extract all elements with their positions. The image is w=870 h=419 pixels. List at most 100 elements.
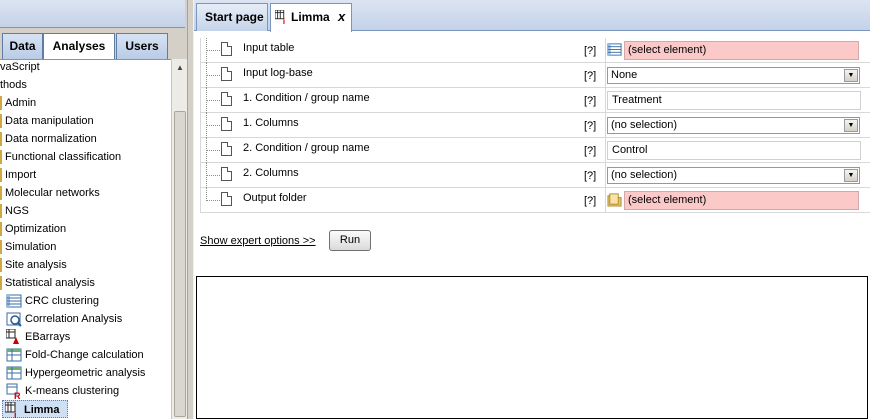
param-row-log-base: Input log-base [?] None ▼ (200, 63, 870, 88)
condition-2-name-field[interactable]: Control (607, 141, 861, 160)
param-value-cell: (select element) (605, 38, 870, 63)
tree-item-crc-clustering[interactable]: CRC clustering (6, 292, 99, 310)
tree-item-site-analysis[interactable]: Site analysis (0, 256, 67, 274)
folder-icon (0, 168, 3, 182)
combo-value: (no selection) (611, 169, 678, 181)
tree-item-label: Data manipulation (5, 115, 94, 127)
show-expert-options-link[interactable]: Show expert options >> (200, 235, 316, 247)
tab-limma[interactable]: i Limma x (270, 3, 352, 32)
help-link[interactable]: [?] (584, 95, 596, 107)
tree-item-ngs[interactable]: NGS (0, 202, 29, 220)
chevron-down-icon[interactable]: ▼ (844, 69, 858, 82)
columns-1-select[interactable]: (no selection) ▼ (607, 117, 860, 134)
tree-item-simulation[interactable]: Simulation (0, 238, 56, 256)
help-link[interactable]: [?] (584, 170, 596, 182)
tab-data[interactable]: Data (2, 33, 43, 59)
help-link[interactable]: [?] (584, 70, 596, 82)
tree-item-admin[interactable]: Admin (0, 94, 36, 112)
scroll-thumb[interactable] (174, 111, 186, 417)
run-button[interactable]: Run (329, 230, 371, 251)
tree-item-methods[interactable]: thods (0, 76, 27, 94)
tree-item-ebarrays[interactable]: EBarrays (6, 328, 70, 346)
log-base-select[interactable]: None ▼ (607, 67, 860, 84)
tree-item-functional-classification[interactable]: Functional classification (0, 148, 121, 166)
help-link[interactable]: [?] (584, 195, 596, 207)
r-icon: R (6, 383, 21, 399)
combo-value: None (611, 69, 638, 81)
param-row-columns-2: 2. Columns [?] (no selection) ▼ (200, 163, 870, 188)
tree-item-optimization[interactable]: Optimization (0, 220, 66, 238)
tree-item-label: EBarrays (25, 331, 71, 343)
tab-start-page[interactable]: Start page (196, 3, 268, 31)
tab-label: Limma (291, 10, 330, 24)
svg-text:R: R (14, 391, 21, 399)
page-icon (221, 117, 232, 131)
chevron-down-icon[interactable]: ▼ (844, 119, 858, 132)
help-link[interactable]: [?] (584, 145, 596, 157)
param-value-cell: Treatment (605, 88, 870, 113)
folder-icon (0, 258, 3, 272)
tree-item-fold-change[interactable]: Fold-Change calculation (6, 346, 144, 364)
tree-item-label: vaScript (0, 61, 40, 73)
folder-icon (0, 276, 3, 290)
folder-icon (0, 150, 3, 164)
limma-icon: i (275, 10, 285, 24)
tree-item-label: Fold-Change calculation (25, 349, 144, 361)
tree-item-label: Optimization (5, 223, 67, 235)
page-icon (221, 67, 232, 81)
chevron-down-icon[interactable]: ▼ (844, 169, 858, 182)
condition-1-name-field[interactable]: Treatment (607, 91, 861, 110)
param-value-cell: Control (605, 138, 870, 163)
help-link[interactable]: [?] (584, 120, 596, 132)
combo-value: (no selection) (611, 119, 678, 131)
tab-analyses[interactable]: Analyses (43, 33, 115, 60)
tree-item-kmeans[interactable]: R K-means clustering (6, 382, 119, 400)
tree-item-hypergeometric[interactable]: Hypergeometric analysis (6, 364, 145, 382)
tree-item-label: Hypergeometric analysis (25, 367, 146, 379)
tree-item-data-manipulation[interactable]: Data manipulation (0, 112, 94, 130)
svg-text:i: i (283, 17, 285, 24)
table-green-icon (6, 348, 22, 362)
tree-item-label: K-means clustering (25, 385, 120, 397)
tree-item-label: Data normalization (5, 133, 97, 145)
folder-icon (0, 114, 3, 128)
page-icon (221, 42, 232, 56)
tree-item-label: Simulation (5, 241, 57, 253)
tree-item-limma[interactable]: i Limma (2, 400, 68, 418)
tree-item-import[interactable]: Import (0, 166, 36, 184)
tree-item-data-normalization[interactable]: Data normalization (0, 130, 97, 148)
tree-scrollbar[interactable]: ▲ (171, 59, 187, 419)
param-row-input-table: Input table [?] (select element) (200, 38, 870, 63)
document-area: Start page i Limma x Input table [?] (se… (194, 0, 870, 419)
table-icon (607, 43, 622, 56)
scroll-up-icon[interactable]: ▲ (173, 61, 187, 75)
page-icon (221, 92, 232, 106)
param-value-cell: None ▼ (605, 63, 870, 88)
help-link[interactable]: [?] (584, 45, 596, 57)
tree-item-molecular-networks[interactable]: Molecular networks (0, 184, 100, 202)
tab-users[interactable]: Users (116, 33, 168, 59)
correlation-icon (6, 312, 22, 327)
output-folder-selector[interactable]: (select element) (624, 191, 859, 210)
param-label: Input log-base (243, 67, 313, 79)
table-green-icon (6, 366, 22, 380)
param-label: Output folder (243, 192, 307, 204)
tree-item-label: NGS (5, 205, 29, 217)
page-icon (221, 167, 232, 181)
param-label: 1. Condition / group name (243, 92, 370, 104)
analyses-tree: vaScript thods Admin Data manipulation D… (0, 59, 171, 419)
ebarrays-icon (6, 329, 19, 344)
svg-text:i: i (14, 410, 17, 418)
tree-item-label: Site analysis (5, 259, 67, 271)
input-table-selector[interactable]: (select element) (624, 41, 859, 60)
tree-item-javascript[interactable]: vaScript (0, 60, 40, 76)
tree-item-statistical-analysis[interactable]: Statistical analysis (0, 274, 95, 292)
tab-label: Start page (205, 10, 264, 24)
param-value-cell: (no selection) ▼ (605, 163, 870, 188)
columns-2-select[interactable]: (no selection) ▼ (607, 167, 860, 184)
panel-splitter[interactable] (187, 0, 194, 419)
folder-icon (0, 222, 3, 236)
close-icon[interactable]: x (338, 4, 345, 30)
tree-item-correlation-analysis[interactable]: Correlation Analysis (6, 310, 122, 328)
tree-item-label: thods (0, 79, 27, 91)
